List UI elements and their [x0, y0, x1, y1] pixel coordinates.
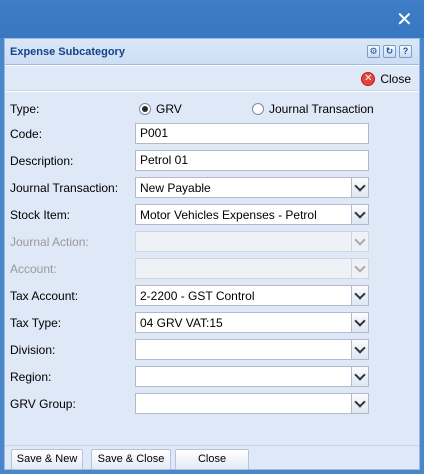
chevron-down-icon[interactable]: [351, 313, 368, 332]
panel-header: Expense Subcategory ⚙ ↻ ?: [5, 39, 419, 65]
save-new-button[interactable]: Save & New: [11, 449, 83, 470]
panel-title: Expense Subcategory: [10, 46, 125, 58]
refresh-icon[interactable]: ↻: [383, 45, 396, 58]
region-select[interactable]: [135, 366, 369, 387]
type-radio-journal-transaction[interactable]: Journal Transaction: [252, 102, 374, 116]
close-button[interactable]: Close: [175, 449, 249, 470]
grv-group-label: GRV Group:: [10, 397, 76, 411]
window-title-bar: ✕: [0, 0, 424, 38]
radio-grv[interactable]: [139, 103, 151, 115]
tax-type-select[interactable]: 04 GRV VAT:15: [135, 312, 369, 333]
chevron-down-icon[interactable]: [351, 178, 368, 197]
tax-account-row: Tax Account: 2-2200 - GST Control: [5, 285, 419, 307]
journal-action-select: [135, 231, 369, 252]
toolbar-close-label: Close: [380, 71, 411, 86]
chevron-down-icon[interactable]: [351, 340, 368, 359]
type-label: Type:: [10, 102, 40, 116]
radio-grv-label: GRV: [156, 102, 182, 116]
help-icon[interactable]: ?: [399, 45, 412, 58]
description-row: Description: Petrol 01: [5, 150, 419, 172]
chevron-down-icon[interactable]: [351, 394, 368, 413]
tax-account-value: 2-2200 - GST Control: [140, 289, 255, 303]
tax-type-row: Tax Type: 04 GRV VAT:15: [5, 312, 419, 334]
code-label: Code:: [10, 127, 43, 141]
account-select: [135, 258, 369, 279]
type-row: Type: GRV Journal Transaction: [5, 100, 419, 122]
radio-journal-transaction[interactable]: [252, 103, 264, 115]
tax-type-value: 04 GRV VAT:15: [140, 316, 223, 330]
division-select[interactable]: [135, 339, 369, 360]
description-field[interactable]: Petrol 01: [135, 150, 369, 171]
journal-action-row: Journal Action:: [5, 231, 419, 253]
panel-toolbar: ✕ Close: [5, 66, 419, 91]
save-close-button[interactable]: Save & Close: [91, 449, 171, 470]
tax-account-select[interactable]: 2-2200 - GST Control: [135, 285, 369, 306]
chevron-down-icon[interactable]: [351, 367, 368, 386]
description-label: Description:: [10, 154, 74, 168]
toolbar-close-button[interactable]: ✕ Close: [361, 69, 411, 88]
journal-transaction-select[interactable]: New Payable: [135, 177, 369, 198]
close-circle-icon: ✕: [361, 71, 376, 86]
account-row: Account:: [5, 258, 419, 280]
region-row: Region:: [5, 366, 419, 388]
journal-transaction-label: Journal Transaction:: [10, 181, 119, 195]
division-row: Division:: [5, 339, 419, 361]
chevron-down-icon: [351, 232, 368, 251]
radio-journal-transaction-label: Journal Transaction: [269, 102, 374, 116]
type-radio-grv[interactable]: GRV: [139, 102, 182, 116]
region-label: Region:: [10, 370, 52, 384]
tax-type-label: Tax Type:: [10, 316, 62, 330]
chevron-down-icon: [351, 259, 368, 278]
journal-transaction-value: New Payable: [140, 181, 211, 195]
form-body: Type: GRV Journal Transaction Code: P001…: [5, 92, 419, 445]
panel-footer: Save & New Save & Close Close: [5, 445, 419, 470]
chevron-down-icon[interactable]: [351, 286, 368, 305]
tax-account-label: Tax Account:: [10, 289, 79, 303]
stock-item-row: Stock Item: Motor Vehicles Expenses - Pe…: [5, 204, 419, 226]
stock-item-select[interactable]: Motor Vehicles Expenses - Petrol: [135, 204, 369, 225]
window-close-icon[interactable]: ✕: [396, 10, 413, 30]
journal-transaction-row: Journal Transaction: New Payable: [5, 177, 419, 199]
grv-group-select[interactable]: [135, 393, 369, 414]
stock-item-label: Stock Item:: [10, 208, 71, 222]
account-label: Account:: [10, 262, 57, 276]
division-label: Division:: [10, 343, 56, 357]
code-field[interactable]: P001: [135, 123, 369, 144]
code-row: Code: P001: [5, 123, 419, 145]
gear-icon[interactable]: ⚙: [367, 45, 380, 58]
stock-item-value: Motor Vehicles Expenses - Petrol: [140, 208, 317, 222]
chevron-down-icon[interactable]: [351, 205, 368, 224]
grv-group-row: GRV Group:: [5, 393, 419, 415]
expense-subcategory-panel: Expense Subcategory ⚙ ↻ ? ✕ Close Type: …: [4, 38, 420, 470]
journal-action-label: Journal Action:: [10, 235, 89, 249]
